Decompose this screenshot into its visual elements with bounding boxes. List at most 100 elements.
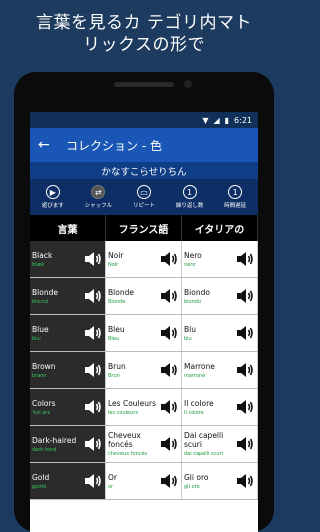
word-text: Bleu	[108, 324, 125, 334]
repeat-count-icon: 1	[182, 185, 197, 199]
table-row: Blue bluː Bleu Bleu Blu blu	[30, 315, 258, 352]
pronunciation-text: gli oro	[184, 483, 200, 490]
speaker-icon[interactable]	[84, 436, 102, 452]
pronunciation-text: bluː	[32, 335, 42, 342]
pronunciation-text: Noir	[108, 261, 119, 268]
battery-icon: ▮	[224, 115, 230, 125]
word-text: Biondo	[184, 287, 210, 297]
pronunciation-text: braʊn	[32, 372, 47, 379]
pronunciation-text: les couleurs	[108, 409, 138, 416]
word-text: Il colore	[184, 398, 214, 408]
table-row: Black blæk Noir Noir Nero nero	[30, 241, 258, 278]
word-cell[interactable]: Cheveux foncés cheveux foncés	[106, 426, 182, 462]
speaker-icon[interactable]	[160, 288, 178, 304]
word-text: Nero	[184, 250, 202, 260]
pronunciation-text: cheveux foncés	[108, 451, 148, 457]
word-text: Brun	[108, 361, 126, 371]
word-cell[interactable]: Bleu Bleu	[106, 315, 182, 351]
speaker-icon[interactable]	[84, 251, 102, 267]
pronunciation-text: Blonde	[108, 298, 126, 305]
word-text: Gli oro	[184, 472, 209, 482]
word-cell[interactable]: Blue bluː	[30, 315, 106, 351]
speaker-icon[interactable]	[236, 399, 254, 415]
word-cell[interactable]: Brun Brun	[106, 352, 182, 388]
word-text: Noir	[108, 250, 124, 260]
word-text: Colors	[32, 398, 56, 408]
promo-line-2: リックスの形で	[83, 35, 205, 55]
toolbar-label: 時間遅延	[224, 203, 247, 209]
speaker-icon[interactable]	[160, 362, 178, 378]
word-cell[interactable]: Blonde Blonde	[106, 278, 182, 314]
arrow-left-icon[interactable]: ←	[38, 137, 66, 153]
table-row: Gold ɡoʊld Or or Gli oro gli oro	[30, 463, 258, 500]
word-cell[interactable]: Or or	[106, 463, 182, 499]
toolbar-label: シャッフル	[84, 203, 113, 209]
pronunciation-text: blɑːnd	[32, 298, 48, 305]
play-icon: ▶	[45, 185, 60, 199]
word-cell[interactable]: Blonde blɑːnd	[30, 278, 106, 314]
speaker-icon[interactable]	[160, 473, 178, 489]
word-cell[interactable]: Nero nero	[182, 241, 258, 277]
promo-caption: 言葉を見るカ テゴリ内マト リックスの形で	[0, 0, 288, 62]
word-cell[interactable]: Dark-haired dark-herd	[30, 426, 106, 462]
word-cell[interactable]: Gold ɡoʊld	[30, 463, 106, 499]
speaker-icon[interactable]	[236, 288, 254, 304]
speaker-icon[interactable]	[84, 325, 102, 341]
word-cell[interactable]: Les Couleurs les couleurs	[106, 389, 182, 425]
word-cell[interactable]: Gli oro gli oro	[182, 463, 258, 499]
word-cell[interactable]: Black blæk	[30, 241, 106, 277]
column-header: 言葉	[30, 215, 106, 241]
word-cell[interactable]: Blu blu	[182, 315, 258, 351]
promo-line-1: 言葉を見るカ テゴリ内マト	[36, 13, 252, 33]
speaker-icon[interactable]	[236, 436, 254, 452]
word-text: Gold	[32, 472, 50, 482]
word-text: Blu	[184, 324, 196, 334]
word-cell[interactable]: Noir Noir	[106, 241, 182, 277]
word-cell[interactable]: Biondo biondo	[182, 278, 258, 314]
toolbar-button-shuffle[interactable]: ⇄ シャッフル	[76, 185, 121, 209]
speaker-icon[interactable]	[84, 288, 102, 304]
word-text: Blue	[32, 324, 49, 334]
word-cell[interactable]: Dai capelli scuri dai capelli scuri	[182, 426, 258, 462]
toolbar-button-repeat-count[interactable]: 1 繰り返し数	[167, 185, 212, 209]
speaker-icon[interactable]	[236, 362, 254, 378]
speaker-icon[interactable]	[236, 473, 254, 489]
pronunciation-text: dai capelli scuri	[184, 451, 224, 457]
pronunciation-text: biondo	[184, 298, 202, 305]
phone-frame: ▼ ◢ ▮ 6:21 ← コレクション - 色 かなすこらせりちん ▶ 遊びます ⇄…	[14, 72, 274, 532]
word-cell[interactable]: Marrone marrone	[182, 352, 258, 388]
word-text: Cheveux foncés	[108, 431, 141, 449]
column-header: イタリアの	[182, 215, 258, 241]
pronunciation-text: Brun	[108, 372, 120, 379]
word-text: Blonde	[32, 287, 58, 297]
speaker-icon[interactable]	[160, 251, 178, 267]
speaker-icon[interactable]	[84, 362, 102, 378]
speaker-icon[interactable]	[84, 399, 102, 415]
word-text: Or	[108, 472, 117, 482]
word-cell[interactable]: Il colore Il colore	[182, 389, 258, 425]
toolbar-button-time-delay[interactable]: 1 時間遅延	[213, 185, 258, 209]
speaker-icon[interactable]	[160, 399, 178, 415]
toolbar-button-play[interactable]: ▶ 遊びます	[30, 185, 75, 209]
app-screen: ▼ ◢ ▮ 6:21 ← コレクション - 色 かなすこらせりちん ▶ 遊びます ⇄…	[30, 112, 258, 532]
table-row: Brown braʊn Brun Brun Marrone marrone	[30, 352, 258, 389]
repeat-icon: ▭	[136, 185, 151, 199]
pronunciation-text: Bleu	[108, 335, 120, 342]
pronunciation-text: ˈkʌl.ərz	[32, 409, 50, 416]
page-title: コレクション - 色	[66, 138, 162, 153]
speaker-icon[interactable]	[236, 251, 254, 267]
speaker-icon[interactable]	[160, 325, 178, 341]
shuffle-icon: ⇄	[91, 185, 106, 199]
wifi-icon: ▼	[202, 115, 209, 125]
word-cell[interactable]: Colors ˈkʌl.ərz	[30, 389, 106, 425]
pronunciation-text: Il colore	[184, 409, 204, 416]
word-text: Dai capelli scuri	[184, 431, 224, 449]
word-cell[interactable]: Brown braʊn	[30, 352, 106, 388]
speaker-icon[interactable]	[160, 436, 178, 452]
table-row: Dark-haired dark-herd Cheveux foncés cheveu…	[30, 426, 258, 463]
pronunciation-text: dark-herd	[32, 446, 57, 453]
collection-subtitle: かなすこらせりちん	[30, 162, 258, 179]
toolbar-button-repeat[interactable]: ▭ リピート	[121, 185, 166, 209]
speaker-icon[interactable]	[84, 473, 102, 489]
speaker-icon[interactable]	[236, 325, 254, 341]
